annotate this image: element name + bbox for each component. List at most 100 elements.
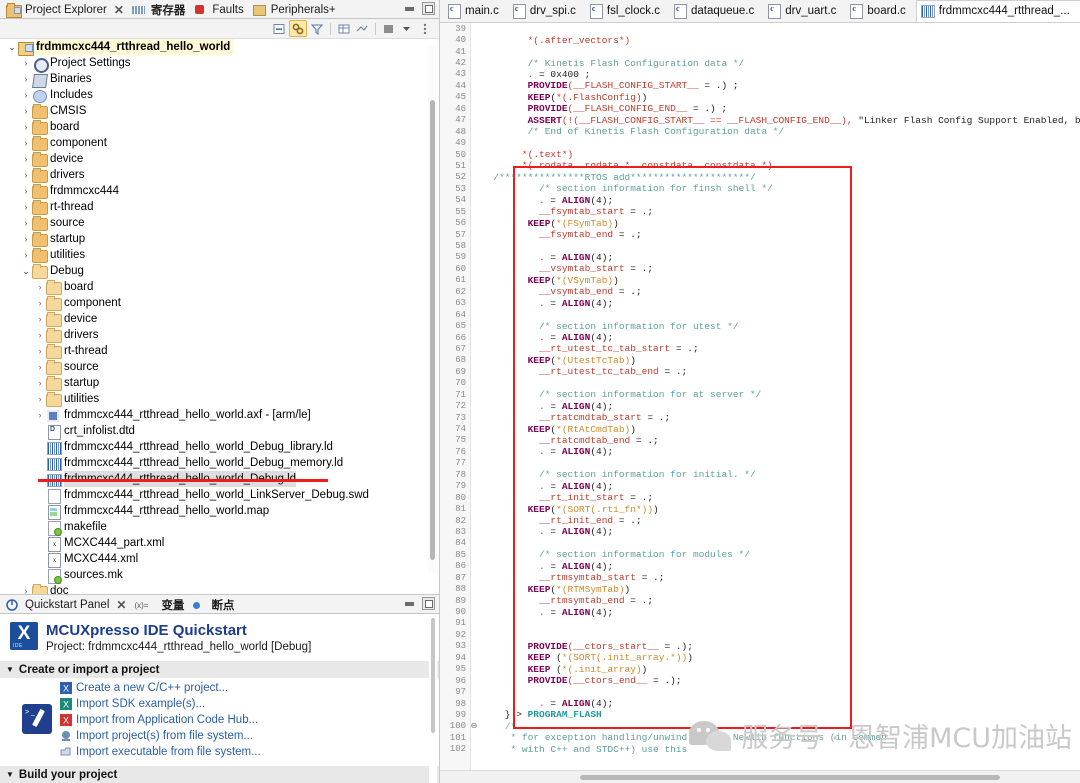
- tree-vertical-scrollbar[interactable]: [428, 45, 437, 573]
- tree-item-includes[interactable]: › Includes: [0, 87, 439, 103]
- tree-item-sources-mk[interactable]: sources.mk: [0, 567, 439, 584]
- code-line[interactable]: 47 ASSERT(!(__FLASH_CONFIG_START__ == __…: [440, 115, 1080, 126]
- tab-breakpoints[interactable]: 断点: [190, 597, 240, 614]
- tree-item-startup[interactable]: › startup: [0, 375, 439, 391]
- tree-item-board[interactable]: › board: [0, 119, 439, 135]
- code-line[interactable]: 46 PROVIDE(__FLASH_CONFIG_END__ = .) ;: [440, 103, 1080, 114]
- tab-project-explorer[interactable]: Project Explorer ✕: [4, 2, 130, 19]
- code-line[interactable]: 39: [440, 23, 1080, 34]
- code-line[interactable]: 73 __rtatcmdtab_start = .;: [440, 412, 1080, 423]
- code-line[interactable]: 49: [440, 137, 1080, 148]
- chevron-right-icon[interactable]: ›: [34, 295, 46, 311]
- code-line[interactable]: 90 . = ALIGN(4);: [440, 606, 1080, 618]
- tab-variables[interactable]: (x)= 变量: [132, 597, 190, 614]
- chevron-right-icon[interactable]: ›: [20, 87, 32, 103]
- code-line[interactable]: 55 __fsymtab_start = .;: [440, 206, 1080, 217]
- code-line[interactable]: 40 *(.after_vectors*): [440, 34, 1080, 46]
- code-line[interactable]: 74 KEEP(*(RtAtCmdTab)): [440, 423, 1080, 435]
- tree-item-cmsis[interactable]: › CMSIS: [0, 103, 439, 119]
- quickstart-scrollbar[interactable]: [429, 618, 437, 783]
- code-line[interactable]: 50 *(.text*): [440, 149, 1080, 160]
- code-line[interactable]: 41: [440, 46, 1080, 57]
- view-more-icon[interactable]: [417, 21, 433, 36]
- chevron-right-icon[interactable]: ›: [20, 135, 32, 151]
- code-line[interactable]: 101 * for exception handling/unwind - so…: [440, 732, 1080, 743]
- chevron-right-icon[interactable]: ›: [20, 71, 32, 87]
- code-line[interactable]: 71 /* section information for at server …: [440, 389, 1080, 400]
- chevron-right-icon[interactable]: ›: [20, 247, 32, 263]
- chevron-right-icon[interactable]: ›: [20, 55, 32, 71]
- code-line[interactable]: 63 . = ALIGN(4);: [440, 298, 1080, 309]
- chevron-right-icon[interactable]: ›: [20, 199, 32, 215]
- code-line[interactable]: 89 __rtmsymtab_end = .;: [440, 595, 1080, 606]
- tree-item-rt-thread[interactable]: › rt-thread: [0, 199, 439, 215]
- chevron-down-icon[interactable]: ⌄: [6, 39, 18, 55]
- tab-faults[interactable]: Faults: [191, 2, 249, 19]
- editor-tab-frdmmcxc444-rtthread[interactable]: frdmmcxc444_rtthread_...: [915, 0, 1080, 22]
- code-line[interactable]: 78 /* section information for initial. *…: [440, 469, 1080, 480]
- chevron-right-icon[interactable]: ›: [20, 231, 32, 247]
- code-line[interactable]: 45 KEEP(*(.FlashConfig)): [440, 92, 1080, 103]
- chevron-right-icon[interactable]: ›: [20, 151, 32, 167]
- tree-item-debug[interactable]: ⌄ Debug: [0, 263, 439, 279]
- code-line[interactable]: 95 KEEP (*(.init_array)): [440, 664, 1080, 675]
- tree-item-board[interactable]: › board: [0, 279, 439, 295]
- tree-item-component[interactable]: › component: [0, 135, 439, 151]
- tree-item-drivers[interactable]: › drivers: [0, 167, 439, 183]
- tree-item-source[interactable]: › source: [0, 215, 439, 231]
- editor-tab-dataqueue-c[interactable]: dataqueue.c: [670, 1, 764, 22]
- expand-grid-icon[interactable]: [336, 21, 352, 36]
- fold-marker[interactable]: ⊖: [470, 721, 478, 731]
- code-line[interactable]: 98 . = ALIGN(4);: [440, 698, 1080, 709]
- code-line[interactable]: 77: [440, 458, 1080, 469]
- code-line[interactable]: 92: [440, 629, 1080, 640]
- editor-tab-board-c[interactable]: board.c: [846, 1, 915, 22]
- chevron-right-icon[interactable]: ›: [20, 103, 32, 119]
- tab-quickstart-panel[interactable]: Quickstart Panel ✕: [4, 597, 132, 614]
- maximize-icon[interactable]: [422, 2, 435, 15]
- minimize-icon[interactable]: [403, 2, 416, 15]
- code-line[interactable]: 97: [440, 686, 1080, 697]
- code-line[interactable]: 64: [440, 309, 1080, 320]
- tree-item-device[interactable]: › device: [0, 151, 439, 167]
- working-sets-icon[interactable]: [354, 21, 370, 36]
- code-line[interactable]: 53 /* section information for finsh shel…: [440, 183, 1080, 194]
- chevron-right-icon[interactable]: ›: [34, 391, 46, 407]
- editor-tab-main-c[interactable]: main.c: [444, 1, 509, 22]
- code-line[interactable]: 67 __rt_utest_tc_tab_start = .;: [440, 343, 1080, 354]
- view-menu-chevron-icon[interactable]: [399, 21, 415, 36]
- link-create-new-project[interactable]: X Create a new C/C++ project...: [60, 680, 439, 696]
- code-line[interactable]: 48 /* End of Kinetis Flash Configuration…: [440, 126, 1080, 137]
- tree-item-rt-thread[interactable]: › rt-thread: [0, 343, 439, 359]
- code-line[interactable]: 56 KEEP(*(FSymTab)): [440, 217, 1080, 229]
- code-line[interactable]: 81 KEEP(*(SORT(.rti_fn*))): [440, 503, 1080, 515]
- code-line[interactable]: 42 /* Kinetis Flash Configuration data *…: [440, 57, 1080, 69]
- editor-tab-drv-uart-c[interactable]: drv_uart.c: [764, 1, 846, 22]
- chevron-down-icon[interactable]: ⌄: [20, 263, 32, 279]
- tree-item-frdmmcxc444-rtthread-hello-world-map[interactable]: frdmmcxc444_rtthread_hello_world.map: [0, 503, 439, 520]
- collapse-all-icon[interactable]: [271, 21, 287, 36]
- code-line[interactable]: 75 __rtatcmdtab_end = .;: [440, 435, 1080, 446]
- code-line[interactable]: 86 . = ALIGN(4);: [440, 561, 1080, 572]
- view-menu-icon[interactable]: [381, 21, 397, 36]
- code-editor[interactable]: 39 40 *(.after_vectors*) 41 42 /* Kinetis F…: [440, 23, 1080, 783]
- code-line[interactable]: 93 PROVIDE(__ctors_start__ = .);: [440, 641, 1080, 652]
- code-line[interactable]: 76 . = ALIGN(4);: [440, 446, 1080, 457]
- tab-peripherals[interactable]: Peripherals+: [250, 2, 342, 19]
- tree-item-utilities[interactable]: › utilities: [0, 391, 439, 407]
- chevron-right-icon[interactable]: ›: [34, 359, 46, 375]
- tree-item-frdmmcxc444-rtthread-hello-world[interactable]: ⌄ frdmmcxc444_rtthread_hello_world: [0, 39, 439, 56]
- link-import-executable-from-fs[interactable]: Import executable from file system...: [60, 744, 439, 760]
- link-import-projects-from-fs[interactable]: Import project(s) from file system...: [60, 728, 439, 744]
- tree-item-binaries[interactable]: › Binaries: [0, 71, 439, 88]
- code-line[interactable]: 54 . = ALIGN(4);: [440, 195, 1080, 206]
- tree-item-mcxc444-part-xml[interactable]: x MCXC444_part.xml: [0, 535, 439, 552]
- tree-item-device[interactable]: › device: [0, 311, 439, 327]
- tree-item-source[interactable]: › source: [0, 359, 439, 375]
- tree-item-frdmmcxc444[interactable]: › frdmmcxc444: [0, 183, 439, 199]
- code-line[interactable]: 70: [440, 378, 1080, 389]
- code-line[interactable]: 83 . = ALIGN(4);: [440, 526, 1080, 537]
- chevron-right-icon[interactable]: ›: [20, 183, 32, 199]
- editor-tab-drv-spi-c[interactable]: drv_spi.c: [509, 1, 586, 22]
- tree-item-project-settings[interactable]: › Project Settings: [0, 55, 439, 73]
